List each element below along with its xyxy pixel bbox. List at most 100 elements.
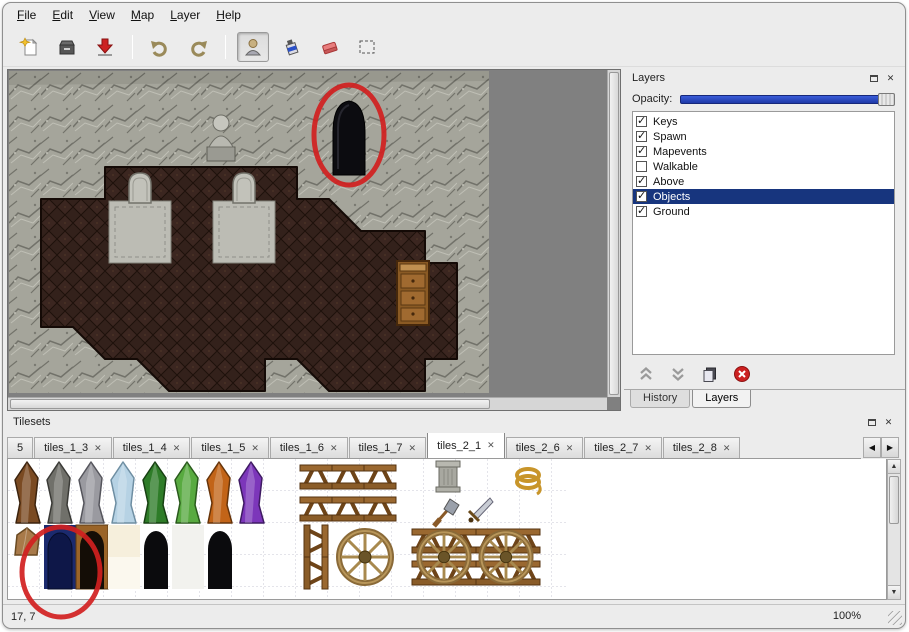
opacity-label: Opacity: [632, 93, 672, 105]
tileset-tab[interactable]: tiles_2_6 ✕ [506, 437, 584, 458]
move-layer-up-button[interactable] [634, 362, 658, 386]
tab-close-icon[interactable]: ✕ [487, 440, 495, 451]
stamp-person-icon [242, 36, 264, 58]
fill-tool-button[interactable] [275, 32, 307, 62]
tileset-tab[interactable]: tiles_1_6 ✕ [270, 437, 348, 458]
open-button[interactable] [51, 32, 83, 62]
scrollbar-thumb[interactable] [10, 399, 490, 409]
tileset-vertical-scrollbar[interactable]: ▲ ▼ [887, 459, 901, 600]
save-button[interactable] [89, 32, 121, 62]
tab-close-icon[interactable]: ✕ [723, 443, 731, 454]
layer-visibility-checkbox[interactable] [636, 146, 647, 157]
selection-rect-icon [356, 36, 378, 58]
menu-item[interactable]: Map [123, 5, 162, 25]
select-tool-button[interactable] [351, 32, 383, 62]
layer-row[interactable]: Walkable [633, 159, 894, 174]
close-icon: ✕ [885, 417, 893, 428]
resize-grip[interactable] [888, 611, 902, 625]
layer-visibility-checkbox[interactable] [636, 131, 647, 142]
menu-item[interactable]: Help [208, 5, 249, 25]
redo-button[interactable] [182, 32, 214, 62]
tileset-tab[interactable]: tiles_2_1 ✕ [427, 433, 505, 458]
layer-visibility-checkbox[interactable] [636, 176, 647, 187]
layer-row[interactable]: Spawn [633, 129, 894, 144]
map-horizontal-scrollbar[interactable] [8, 397, 607, 410]
tileset-tab[interactable]: tiles_1_4 ✕ [113, 437, 191, 458]
layer-visibility-checkbox[interactable] [636, 116, 647, 127]
layer-row[interactable]: Keys [633, 114, 894, 129]
delete-layer-button[interactable] [730, 362, 754, 386]
redo-icon [187, 36, 209, 58]
tileset-tabbar: 5 ✕ tiles_1_3 ✕ tiles_1_4 ✕ tiles_1_5 ✕ [7, 433, 861, 459]
undo-button[interactable] [144, 32, 176, 62]
tileset-tab[interactable]: 5 ✕ [7, 437, 33, 458]
new-button[interactable] [13, 32, 45, 62]
scrollbar-thumb[interactable] [609, 72, 619, 395]
layer-row[interactable]: Above [633, 174, 894, 189]
scroll-up-arrow[interactable]: ▲ [888, 460, 900, 474]
map-canvas[interactable] [7, 69, 621, 411]
tileset-canvas[interactable] [7, 459, 887, 600]
tileset-tab[interactable]: tiles_1_5 ✕ [191, 437, 269, 458]
dock-tab[interactable]: Layers [692, 390, 751, 408]
layer-row[interactable]: Objects [633, 189, 894, 204]
tilesets-titlebar: Tilesets ✕ [5, 413, 903, 431]
close-panel-button[interactable]: ✕ [882, 416, 895, 428]
cursor-coordinates: 17, 7 [11, 611, 35, 623]
tab-close-icon[interactable]: ✕ [330, 443, 338, 454]
tileset-tab-label: tiles_1_5 [201, 442, 245, 454]
tab-scroll-right-button[interactable]: ▶ [881, 437, 899, 458]
scroll-down-arrow[interactable]: ▼ [888, 585, 900, 599]
dock-tab[interactable]: History [630, 390, 690, 408]
menu-item[interactable]: File [9, 5, 44, 25]
move-layer-down-button[interactable] [666, 362, 690, 386]
tab-close-icon[interactable]: ✕ [644, 443, 652, 454]
tileset-tab[interactable]: tiles_2_8 ✕ [663, 437, 741, 458]
layers-panel-title: Layers [632, 72, 665, 84]
open-folder-icon [56, 36, 78, 58]
tileset-tab-label: tiles_1_6 [280, 442, 324, 454]
tab-close-icon[interactable]: ✕ [94, 443, 102, 454]
tab-scroll-left-button[interactable]: ◀ [863, 437, 881, 458]
eraser-tool-button[interactable] [313, 32, 345, 62]
cabinet [397, 261, 429, 325]
undo-icon [149, 36, 171, 58]
stamp-tool-button[interactable] [237, 32, 269, 62]
selected-tile-blue-door[interactable] [44, 525, 76, 589]
tab-close-icon[interactable]: ✕ [566, 443, 574, 454]
duplicate-layer-button[interactable] [698, 362, 722, 386]
tab-close-icon[interactable]: ✕ [173, 443, 181, 454]
tab-close-icon[interactable]: ✕ [409, 443, 417, 454]
scrollbar-thumb[interactable] [889, 476, 899, 524]
menu-item[interactable]: View [81, 5, 123, 25]
layer-visibility-checkbox[interactable] [636, 206, 647, 217]
close-panel-button[interactable]: ✕ [884, 72, 897, 84]
up-arrows-icon [637, 365, 655, 383]
opacity-slider-handle[interactable] [878, 93, 895, 106]
copy-icon [701, 365, 719, 383]
tileset-tab[interactable]: tiles_1_3 ✕ [34, 437, 112, 458]
map-render [9, 71, 489, 393]
layer-visibility-checkbox[interactable] [636, 161, 647, 172]
tileset-render [8, 459, 886, 598]
column-tile [436, 461, 460, 492]
tileset-tab[interactable]: tiles_2_7 ✕ [584, 437, 662, 458]
tileset-tab-label: 5 [17, 442, 23, 454]
layer-name: Mapevents [653, 146, 707, 158]
opacity-slider[interactable] [680, 95, 895, 104]
layer-visibility-checkbox[interactable] [636, 191, 647, 202]
tab-close-icon[interactable]: ✕ [251, 443, 259, 454]
layer-row[interactable]: Mapevents [633, 144, 894, 159]
tileset-tab-label: tiles_2_8 [673, 442, 717, 454]
layer-name: Ground [653, 206, 690, 218]
layer-name: Above [653, 176, 684, 188]
menu-item[interactable]: Edit [44, 5, 81, 25]
map-vertical-scrollbar[interactable] [607, 70, 620, 397]
float-panel-button[interactable] [867, 72, 880, 84]
tileset-tab[interactable]: tiles_1_7 ✕ [349, 437, 427, 458]
layer-row[interactable]: Ground [633, 204, 894, 219]
layers-list[interactable]: Keys Spawn Mapevents Walkable [632, 111, 895, 355]
layer-name: Spawn [653, 131, 687, 143]
float-panel-button[interactable] [865, 416, 878, 428]
menu-item[interactable]: Layer [162, 5, 208, 25]
